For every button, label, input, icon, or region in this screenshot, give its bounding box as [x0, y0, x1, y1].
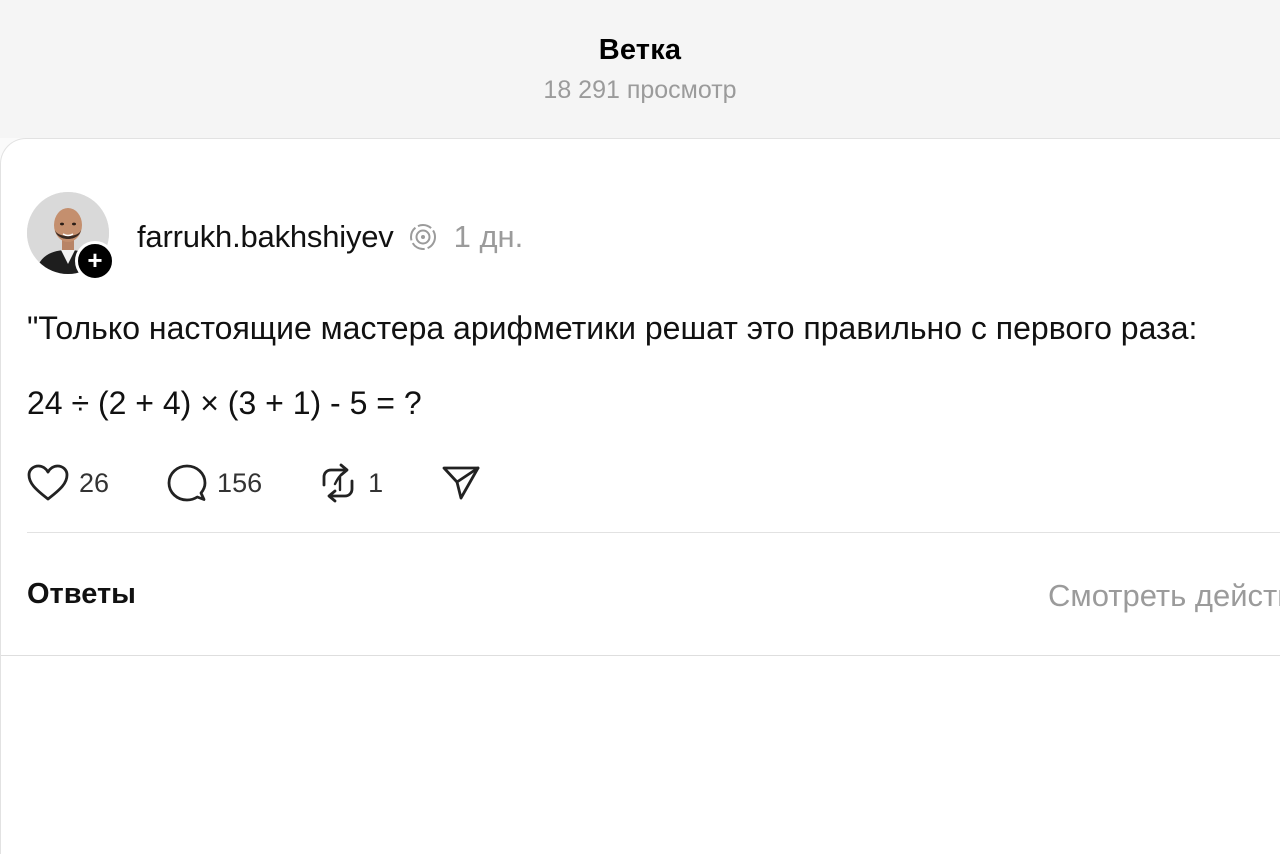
threads-verified-icon	[409, 224, 436, 250]
paper-plane-icon	[442, 466, 480, 500]
page-title: Ветка	[598, 34, 682, 66]
follow-button[interactable]: +	[75, 241, 115, 281]
comment-count: 156	[217, 467, 263, 498]
plus-icon: +	[87, 245, 103, 275]
author-username[interactable]: farrukh.bakhshiyev	[137, 219, 394, 255]
section-divider	[1, 655, 1280, 656]
thread-header: Ветка 18 291 просмотр	[0, 0, 1280, 138]
share-button[interactable]	[441, 463, 481, 503]
post-timestamp: 1 дн.	[453, 219, 524, 254]
post-card: + farrukh.bakhshiyev 1 дн. "Только насто…	[0, 138, 1280, 854]
speech-bubble-icon	[167, 464, 207, 502]
comment-button[interactable]: 156	[167, 463, 262, 503]
repost-icon	[322, 463, 354, 503]
repost-count: 1	[368, 467, 384, 498]
divider	[27, 532, 1280, 533]
like-button[interactable]: 26	[27, 464, 109, 502]
post-text-line-1: "Только настоящие мастера арифметики реш…	[27, 310, 1198, 346]
heart-icon	[27, 464, 69, 501]
post-author-row: farrukh.bakhshiyev 1 дн.	[137, 215, 523, 259]
post-text-line-2: 24 ÷ (2 + 4) × (3 + 1) - 5 = ?	[27, 385, 422, 421]
view-count: 18 291 просмотр	[543, 76, 737, 104]
like-count: 26	[79, 467, 110, 498]
post-actions: 26 156 1	[27, 460, 481, 506]
repost-button[interactable]: 1	[318, 463, 383, 503]
view-activity-link[interactable]: Смотреть действия	[1048, 578, 1280, 614]
replies-heading: Ответы	[27, 578, 136, 610]
